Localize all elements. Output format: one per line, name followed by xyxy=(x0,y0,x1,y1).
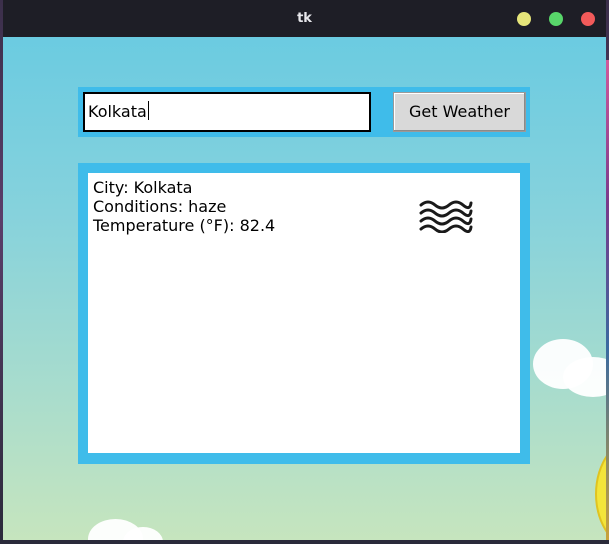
result-panel: City: Kolkata Conditions: haze Temperatu… xyxy=(88,173,520,453)
background-cloud-right-puff xyxy=(563,357,606,397)
minimize-button[interactable] xyxy=(517,12,531,26)
get-weather-button[interactable]: Get Weather xyxy=(393,92,526,132)
city-label: City: Kolkata xyxy=(93,178,193,197)
app-window: tk Kolkata Get Weather City: Kolkata Con… xyxy=(3,0,606,540)
text-cursor xyxy=(147,101,149,120)
conditions-label: Conditions: haze xyxy=(93,197,227,216)
temperature-label: Temperature (°F): 82.4 xyxy=(93,216,276,235)
app-content: Kolkata Get Weather City: Kolkata Condit… xyxy=(3,37,606,540)
haze-icon xyxy=(419,200,473,233)
city-input[interactable]: Kolkata xyxy=(83,92,371,132)
maximize-button[interactable] xyxy=(549,12,563,26)
close-button[interactable] xyxy=(581,12,595,26)
title-bar[interactable]: tk xyxy=(3,0,606,37)
background-sun xyxy=(595,437,606,540)
window-title: tk xyxy=(297,11,312,26)
city-input-value: Kolkata xyxy=(88,102,147,121)
